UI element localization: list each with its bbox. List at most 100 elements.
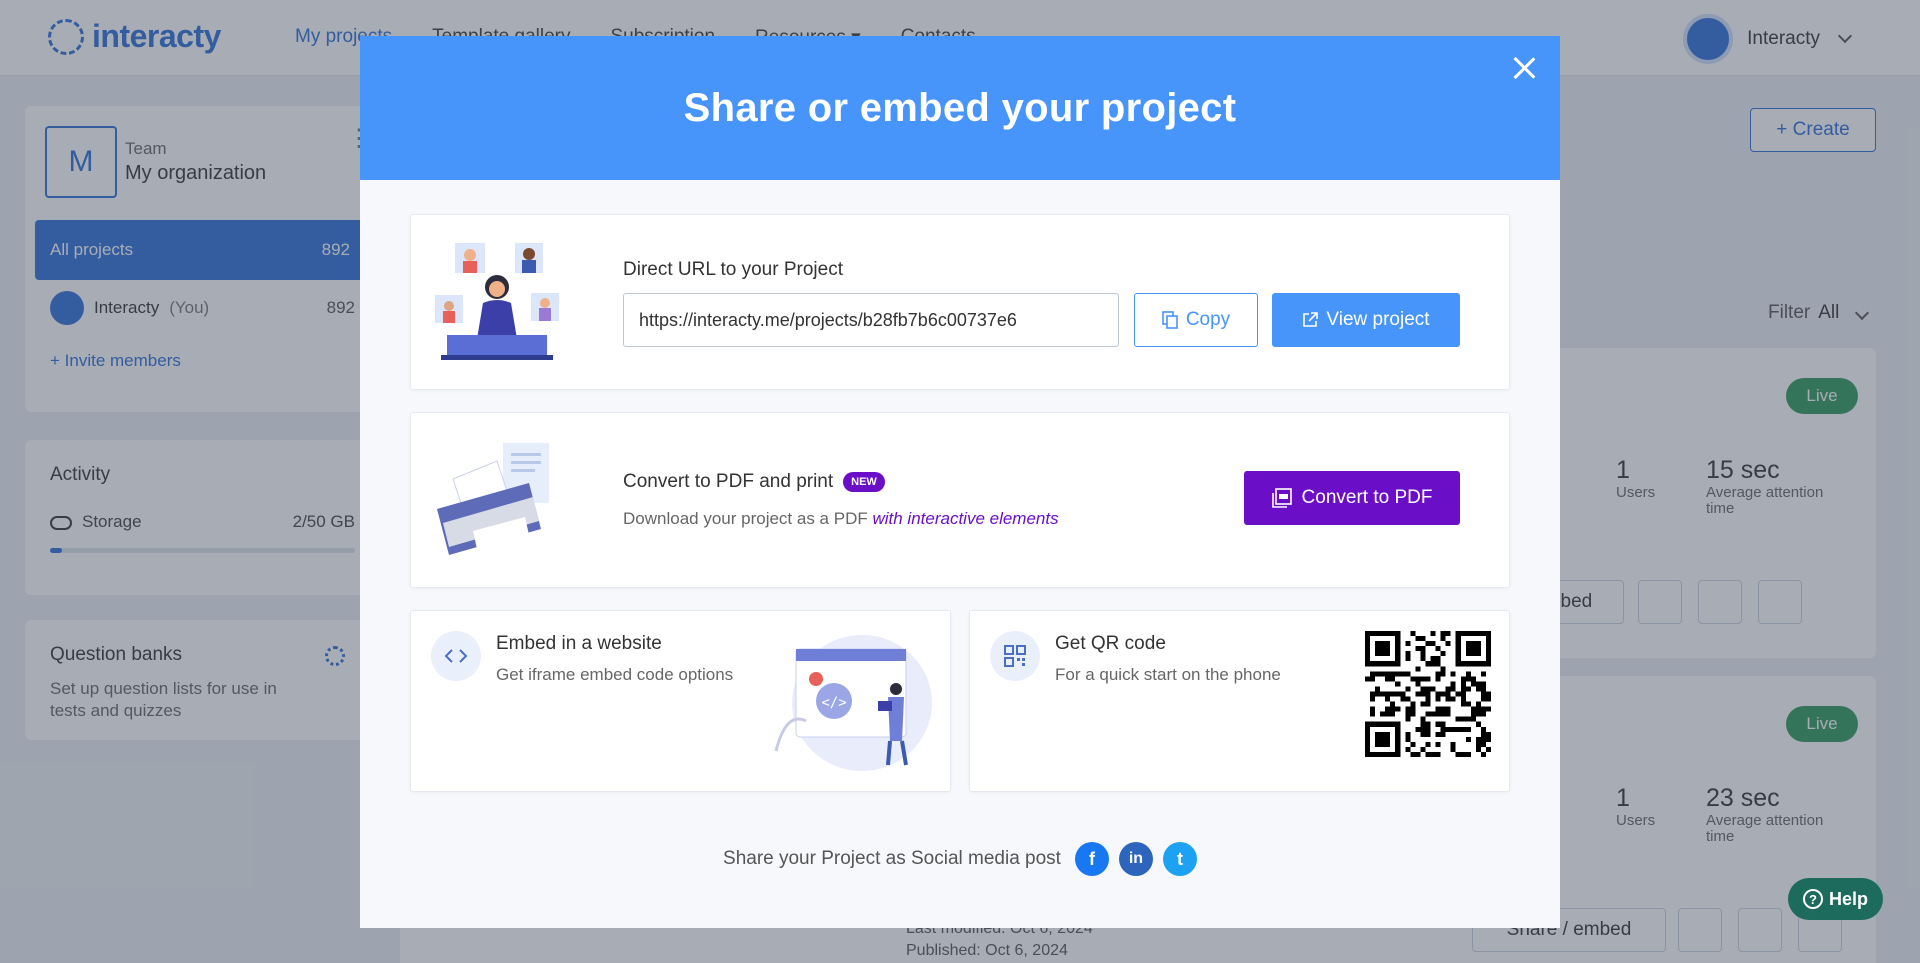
qr-module [1460, 676, 1466, 682]
qr-module [1465, 751, 1471, 757]
new-badge: NEW [843, 472, 885, 492]
qr-module [1470, 706, 1476, 712]
qr-module [1440, 706, 1446, 712]
qr-module [1445, 691, 1451, 697]
embed-website-card[interactable]: Embed in a website Get iframe embed code… [410, 610, 951, 792]
qr-module [1435, 751, 1441, 757]
qr-module [1465, 736, 1471, 742]
qr-module [1445, 641, 1451, 647]
qr-module [1445, 686, 1451, 692]
qr-module [1445, 726, 1451, 732]
qr-module [1375, 691, 1381, 697]
qr-module [1460, 716, 1466, 722]
qr-module [1395, 671, 1401, 677]
qr-module [1440, 726, 1446, 732]
qr-module [1465, 726, 1471, 732]
qr-module [1435, 676, 1441, 682]
qr-module [1435, 721, 1441, 727]
qr-module [1465, 676, 1471, 682]
qr-module [1460, 686, 1466, 692]
qr-module [1405, 641, 1411, 647]
qr-module [1405, 656, 1411, 662]
linkedin-icon[interactable]: in [1118, 842, 1153, 876]
qr-module [1425, 751, 1431, 757]
qr-module [1390, 706, 1396, 712]
external-link-icon [1303, 312, 1319, 327]
qr-module [1420, 701, 1426, 707]
qr-module [1405, 696, 1411, 702]
pdf-description: Download your project as a PDF with inte… [623, 509, 1059, 529]
help-label: Help [1828, 888, 1868, 909]
qr-module [1370, 676, 1376, 682]
qr-module [1455, 751, 1461, 757]
qr-module [1420, 716, 1426, 722]
qr-module [1425, 721, 1431, 727]
qr-module [1485, 696, 1491, 702]
qr-code-card[interactable]: Get QR code For a quick start on the pho… [969, 610, 1510, 792]
qr-module [1445, 706, 1451, 712]
qr-module [1380, 691, 1386, 697]
qr-module [1425, 691, 1431, 697]
close-icon[interactable] [1508, 52, 1540, 84]
qr-module [1440, 671, 1446, 677]
qr-module [1440, 631, 1446, 637]
convert-pdf-button[interactable]: Convert to PDF [1244, 471, 1460, 525]
qr-module [1430, 751, 1436, 757]
qr-module [1455, 691, 1461, 697]
pdf-icon [1271, 488, 1292, 508]
qr-module [1485, 736, 1491, 742]
qr-module [1480, 681, 1486, 687]
qr-module [1435, 646, 1441, 652]
qr-module [1435, 656, 1441, 662]
question-icon: ? [1802, 889, 1823, 909]
help-button[interactable]: ? Help [1788, 878, 1883, 920]
qr-module [1390, 711, 1396, 717]
qr-module [1470, 716, 1476, 722]
qr-module [1450, 746, 1456, 752]
qr-module [1415, 676, 1421, 682]
qr-module [1445, 696, 1451, 702]
facebook-icon[interactable]: f [1074, 842, 1109, 876]
copy-icon [1162, 311, 1178, 329]
qr-module [1420, 721, 1426, 727]
qr-module [1440, 666, 1446, 672]
qr-module [1460, 751, 1466, 757]
qr-module [1440, 711, 1446, 717]
qr-module [1415, 726, 1421, 732]
qr-module [1470, 681, 1476, 687]
qr-module [1425, 686, 1431, 692]
qr-module [1420, 731, 1426, 737]
qr-module [1405, 731, 1411, 737]
code-icon [431, 631, 481, 681]
social-share-row: Share your Project as Social media post … [360, 842, 1560, 876]
qr-module [1450, 686, 1456, 692]
copy-button[interactable]: Copy [1134, 293, 1258, 347]
qr-module [1425, 741, 1431, 747]
qr-module [1420, 646, 1426, 652]
qr-module [1390, 671, 1396, 677]
qr-module [1380, 711, 1386, 717]
qr-code-image[interactable] [1365, 631, 1491, 757]
qr-module [1415, 751, 1421, 757]
qr-module [1465, 701, 1471, 707]
qr-module [1475, 736, 1481, 742]
qr-module [1425, 641, 1431, 647]
qr-module [1475, 706, 1481, 712]
pdf-title-row: Convert to PDF and print NEW [623, 471, 885, 493]
project-url-input[interactable] [623, 293, 1119, 347]
qr-module [1430, 631, 1436, 637]
pdf-title: Convert to PDF and print [623, 471, 834, 492]
qr-module [1445, 711, 1451, 717]
qr-module [1385, 676, 1391, 682]
qr-module [1465, 716, 1471, 722]
convert-pdf-card: Convert to PDF and print NEW Download yo… [410, 412, 1510, 588]
view-project-button[interactable]: View project [1272, 293, 1460, 347]
twitter-icon[interactable]: t [1162, 842, 1197, 876]
qr-module [1380, 671, 1386, 677]
qr-module [1370, 696, 1376, 702]
qr-module [1435, 691, 1441, 697]
qr-module [1420, 746, 1426, 752]
direct-url-card: Direct URL to your Project Copy View pro… [410, 214, 1510, 390]
qr-module [1370, 711, 1376, 717]
qr-module [1450, 741, 1456, 747]
